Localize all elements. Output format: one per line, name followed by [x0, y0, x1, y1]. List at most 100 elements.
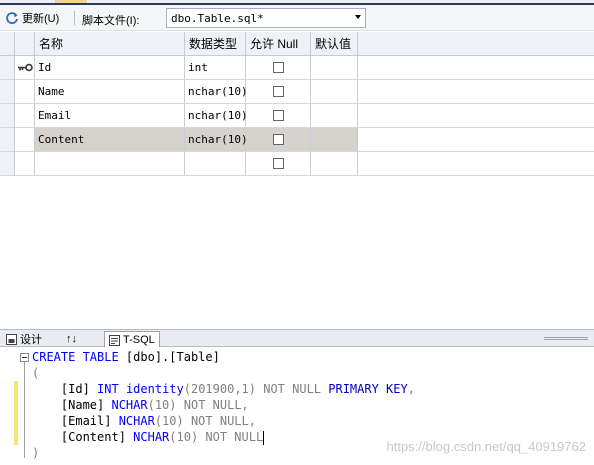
cell-data-type[interactable] [185, 152, 246, 175]
table-row[interactable]: Email nchar(10) [0, 104, 594, 128]
code-line: [Content] NCHAR(10) NOT NULL [32, 429, 265, 445]
swap-icon: ↑↓ [66, 333, 77, 345]
primary-key-cell [15, 128, 35, 151]
sql-text: [Content] [32, 430, 134, 444]
sql-text: [Name] [32, 398, 112, 412]
table-row-new[interactable] [0, 152, 594, 176]
primary-key-cell [15, 152, 35, 175]
refresh-icon [6, 12, 18, 24]
pane-splitter-grip[interactable] [544, 337, 588, 340]
script-file-value: dbo.Table.sql* [171, 11, 264, 25]
code-line: CREATE TABLE [dbo].[Table] [32, 349, 220, 365]
row-selector[interactable] [0, 56, 15, 79]
sql-text: , [241, 398, 249, 412]
sql-keyword: CREATE TABLE [32, 350, 119, 364]
sql-keyword: identity [118, 382, 184, 396]
cell-allow-null [246, 128, 311, 151]
column-header-name[interactable]: 名称 [35, 32, 185, 55]
sql-keyword: NOT NULL [176, 398, 242, 412]
grid-header-row: 名称 数据类型 允许 Null 默认值 [0, 32, 594, 56]
cell-default-value[interactable] [311, 56, 358, 79]
allow-null-checkbox[interactable] [272, 158, 284, 169]
sql-text: , [407, 382, 415, 396]
cell-allow-null [246, 80, 311, 103]
refresh-button[interactable]: 更新(U) [2, 9, 62, 27]
cell-column-name[interactable]: Name [35, 80, 185, 103]
cell-allow-null [246, 104, 311, 127]
cell-data-type[interactable]: nchar(10) [185, 104, 248, 127]
sql-keyword: NCHAR [118, 414, 155, 428]
refresh-label: 更新(U) [22, 13, 60, 25]
outline-guide [24, 362, 25, 458]
sql-text: (10) [169, 430, 199, 444]
key-column-header [15, 32, 35, 55]
code-line: [Name] NCHAR(10) NOT NULL, [32, 397, 249, 413]
sql-keyword: NCHAR [111, 398, 148, 412]
key-icon [18, 63, 33, 72]
table-row-selected[interactable]: Content nchar(10) [0, 128, 594, 152]
sql-text: (10) [147, 398, 177, 412]
sql-text: ( [32, 366, 40, 380]
tsql-editor[interactable]: CREATE TABLE [dbo].[Table] ( [Id] INT id… [0, 347, 594, 465]
tsql-icon [109, 334, 120, 346]
toolbar-separator [74, 11, 75, 25]
column-header-allow-null[interactable]: 允许 Null [246, 32, 311, 55]
table-row[interactable]: Id int [0, 56, 594, 80]
cell-allow-null [246, 56, 311, 79]
cell-allow-null [246, 152, 311, 175]
script-file-dropdown[interactable]: dbo.Table.sql* [166, 8, 366, 28]
allow-null-checkbox[interactable] [272, 86, 284, 97]
code-line: [Email] NCHAR(10) NOT NULL, [32, 413, 256, 429]
primary-key-cell [15, 56, 35, 79]
code-line: ( [32, 365, 39, 381]
sql-text: ) [32, 446, 40, 460]
sql-keyword: NOT NULL [256, 382, 322, 396]
cell-column-name[interactable] [35, 152, 185, 175]
designer-toolbar: 更新(U) 脚本文件(I): dbo.Table.sql* [0, 5, 594, 31]
sql-keyword: NOT NULL [183, 414, 249, 428]
chevron-down-icon[interactable] [355, 15, 361, 19]
cell-default-value[interactable] [311, 80, 358, 103]
sql-keyword: NOT NULL [198, 430, 264, 444]
change-indicator-bar [14, 381, 18, 445]
sql-keyword: INT [97, 382, 119, 396]
collapse-toggle-icon[interactable] [20, 353, 29, 362]
column-header-default[interactable]: 默认值 [311, 32, 358, 55]
tab-tsql[interactable]: T-SQL [104, 331, 160, 348]
row-selector[interactable] [0, 104, 15, 127]
cell-column-name[interactable]: Content [35, 128, 185, 151]
text-caret [263, 430, 265, 445]
row-selector[interactable] [0, 128, 15, 151]
script-file-label: 脚本文件(I): [82, 15, 140, 27]
table-row[interactable]: Name nchar(10) [0, 80, 594, 104]
row-selector[interactable] [0, 152, 15, 175]
tab-design[interactable]: 设计 [2, 331, 46, 347]
allow-null-checkbox[interactable] [272, 110, 284, 121]
sql-text: [Id] [32, 382, 98, 396]
tab-tsql-label: T-SQL [123, 334, 155, 346]
allow-null-checkbox[interactable] [272, 134, 284, 145]
column-header-type[interactable]: 数据类型 [185, 32, 246, 55]
cell-column-name[interactable]: Id [35, 56, 185, 79]
code-line: [Id] INT identity(201900,1) NOT NULL PRI… [32, 381, 415, 397]
row-selector[interactable] [0, 80, 15, 103]
sql-text: [dbo].[Table] [118, 350, 220, 364]
sql-keyword: NCHAR [133, 430, 170, 444]
pane-tab-strip: 设计 ↑↓ T-SQL [0, 329, 594, 348]
cell-data-type[interactable]: nchar(10) [185, 128, 248, 151]
row-selector-header[interactable] [0, 32, 15, 55]
cell-default-value[interactable] [311, 152, 358, 175]
code-line: ) [32, 445, 39, 461]
cell-default-value[interactable] [311, 128, 358, 151]
cell-data-type[interactable]: int [185, 56, 246, 79]
sql-keyword: PRIMARY KEY [321, 382, 408, 396]
tab-swap[interactable]: ↑↓ [62, 331, 81, 347]
cell-column-name[interactable]: Email [35, 104, 185, 127]
cell-default-value[interactable] [311, 104, 358, 127]
cell-data-type[interactable]: nchar(10) [185, 80, 248, 103]
design-icon [6, 333, 17, 345]
sql-text: (10) [154, 414, 184, 428]
primary-key-cell [15, 80, 35, 103]
sql-text: , [248, 414, 256, 428]
allow-null-checkbox[interactable] [272, 62, 284, 73]
